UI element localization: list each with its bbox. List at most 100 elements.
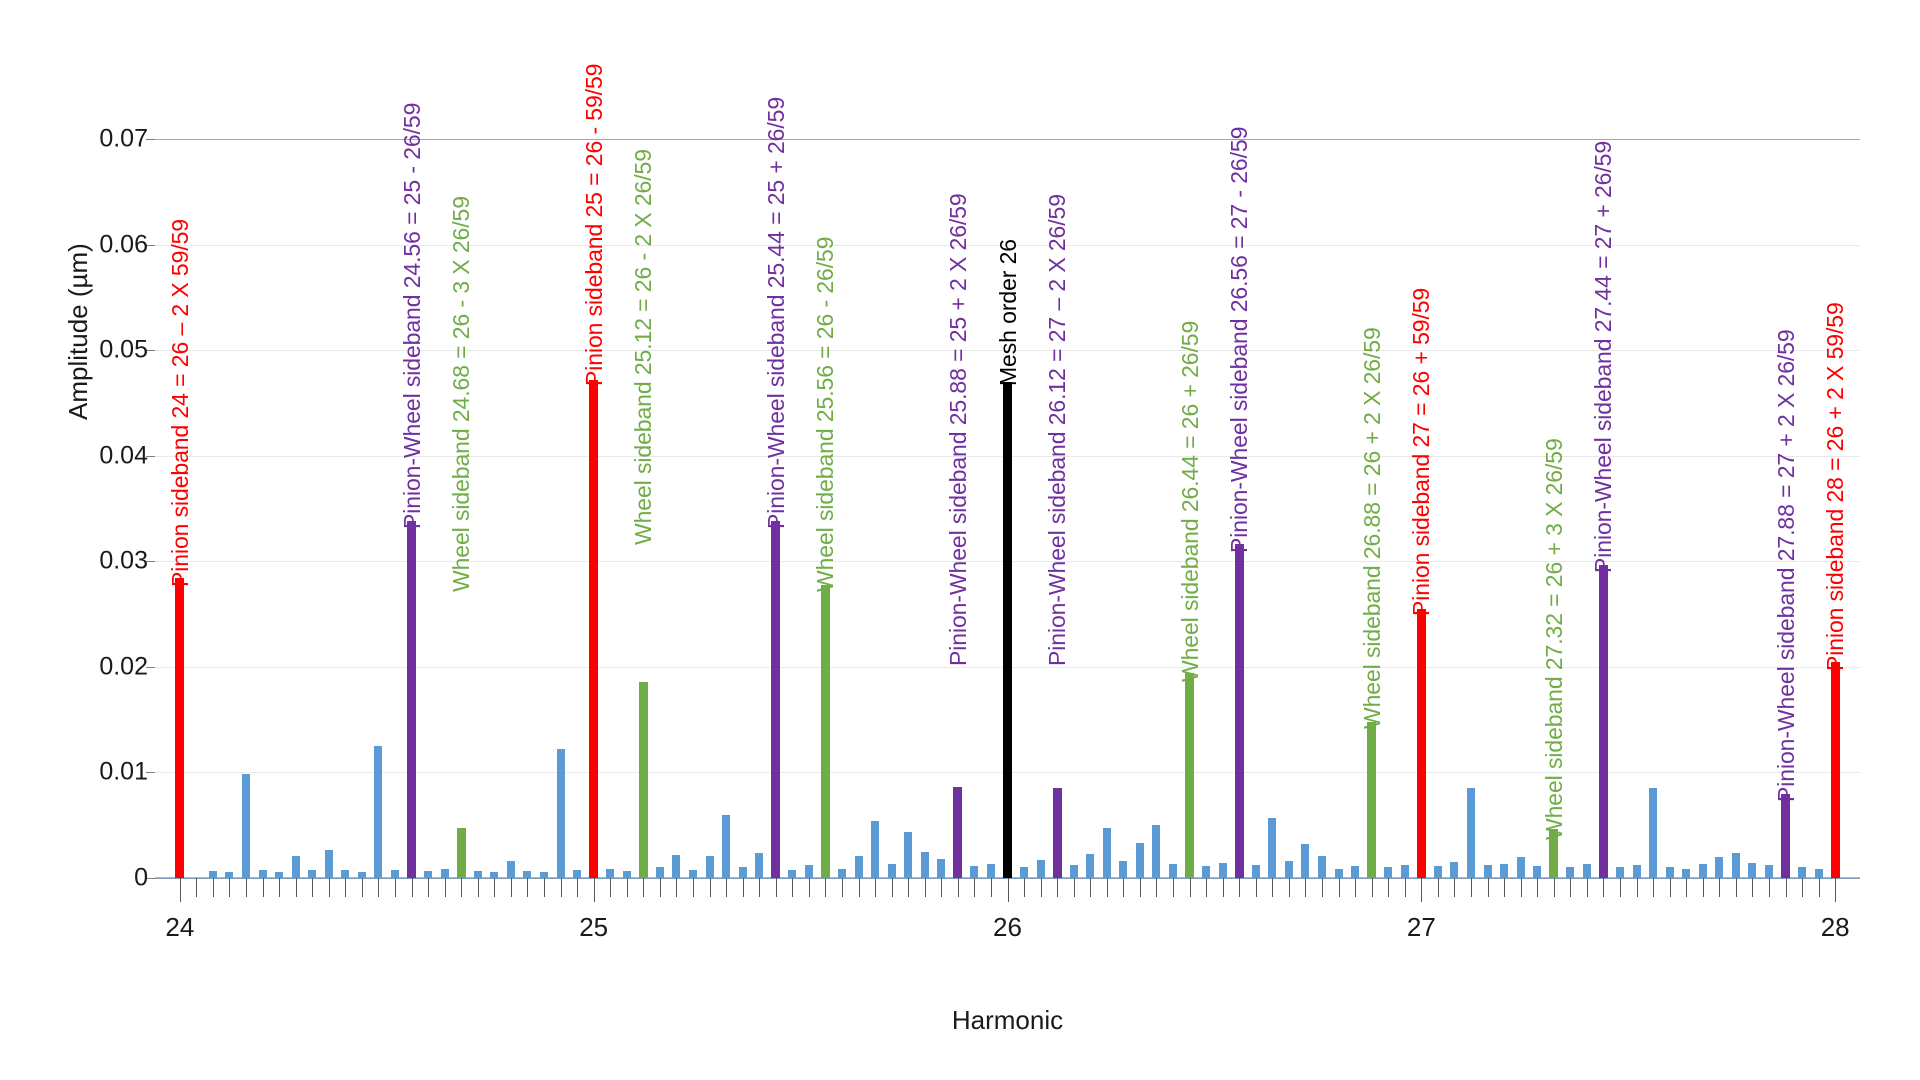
peak-annotation-label: Wheel sideband 25.12 = 26 - 2 X 26/59 [630, 148, 657, 545]
x-axis-tick-mark [643, 878, 645, 897]
spectrum-bar [1400, 865, 1409, 878]
spectrum-bar [506, 861, 515, 878]
y-axis-tick-label: 0.02 [99, 652, 148, 681]
x-axis-tick-mark [1239, 878, 1241, 897]
spectrum-bar [556, 749, 565, 878]
spectrum-bar [1152, 825, 1161, 878]
spectrum-bar [175, 578, 185, 878]
spectrum-bar [1318, 855, 1326, 878]
x-axis-tick-mark [742, 878, 744, 897]
x-axis-tick-mark [1636, 878, 1638, 897]
spectrum-bar [424, 870, 433, 878]
x-axis-tick-mark [411, 878, 413, 897]
x-axis-tick-mark [941, 878, 943, 897]
y-axis-tick-label: 0.04 [99, 441, 148, 470]
x-axis-tick-mark [841, 878, 843, 897]
peak-annotation-label: Wheel sideband 24.68 = 26 - 3 X 26/59 [448, 196, 475, 593]
peak-annotation-label: Wheel sideband 26.88 = 26 + 2 X 26/59 [1358, 327, 1385, 730]
x-axis-tick-mark [1835, 878, 1837, 902]
spectrum-bar [573, 869, 582, 878]
x-axis-tick-mark [1123, 878, 1125, 897]
spectrum-bar [1715, 856, 1724, 878]
spectrum-bar [1218, 863, 1227, 878]
spectrum-bar [1682, 868, 1691, 878]
x-axis-tick-label: 25 [579, 912, 609, 942]
spectrum-bar [1450, 862, 1459, 878]
x-axis-tick-mark [610, 878, 612, 897]
x-axis-tick-mark [196, 878, 198, 897]
x-axis-tick-mark [461, 878, 463, 897]
spectrum-bar [937, 859, 946, 878]
spectrum-bar [1119, 861, 1128, 878]
x-axis-line: 24 25 26 27 28 [155, 878, 1860, 942]
spectrum-bar [242, 773, 251, 878]
spectrum-bar [1798, 867, 1807, 878]
x-axis-tick-mark [328, 878, 330, 897]
spectrum-bar [1284, 861, 1293, 878]
spectrum-bar [1102, 828, 1111, 878]
spectrum-bar [1169, 864, 1178, 878]
peak-annotation-label: Pinion-Wheel sideband 26.12 = 27 – 2 X 2… [1044, 194, 1071, 667]
spectrum-bar [688, 869, 697, 878]
x-axis-tick-mark [1653, 878, 1655, 897]
spectrum-bar [738, 867, 747, 878]
spectrum-bar [1086, 853, 1095, 878]
x-axis-tick-mark [1686, 878, 1688, 897]
x-axis-tick-mark [1222, 878, 1224, 897]
spectrum-bar [920, 851, 929, 878]
y-axis-tick-label: 0.06 [99, 230, 148, 259]
y-axis-tick-label: 0.01 [99, 757, 148, 786]
spectrum-bar [291, 855, 300, 878]
spectrum-bar [1367, 721, 1377, 878]
x-axis-tick-mark [1802, 878, 1804, 897]
x-axis-tick-mark [444, 878, 446, 897]
spectrum-bar [904, 831, 913, 878]
x-axis-tick-mark [560, 878, 562, 897]
x-axis-tick-mark [1570, 878, 1572, 897]
peak-annotation-label: Pinion sideband 28 = 26 + 2 X 59/59 [1822, 302, 1849, 672]
x-axis-tick-mark [1255, 878, 1257, 897]
x-axis-tick-mark [924, 878, 926, 897]
x-axis-tick-mark [593, 878, 595, 902]
x-axis-tick-mark [1752, 878, 1754, 897]
x-axis-tick-mark [262, 878, 264, 897]
x-axis-tick-mark [891, 878, 893, 897]
x-axis-tick-mark [1024, 878, 1026, 897]
x-axis-tick-mark [577, 878, 579, 897]
x-axis-tick-mark [1189, 878, 1191, 897]
spectrum-bar [1251, 865, 1260, 878]
x-axis-tick-mark [1603, 878, 1605, 897]
spectrum-bar [456, 828, 466, 878]
x-axis-tick-mark [428, 878, 430, 897]
spectrum-bar [638, 681, 648, 878]
x-axis-tick-label: 24 [165, 912, 195, 942]
peak-annotation-label: Pinion-Wheel sideband 26.56 = 27 - 26/59 [1226, 126, 1253, 554]
x-axis-tick-mark [246, 878, 248, 897]
x-axis-tick-mark [1073, 878, 1075, 897]
x-axis-tick-mark [1520, 878, 1522, 897]
x-axis-tick-mark [378, 878, 380, 897]
x-axis-tick-mark [345, 878, 347, 897]
y-axis-tick-label: 0.03 [99, 546, 148, 575]
spectrum-bar [391, 869, 400, 878]
x-axis-tick-mark [1371, 878, 1373, 897]
spectrum-bar [1483, 865, 1492, 878]
peak-annotation-label: Pinion-Wheel sideband 27.44 = 27 + 26/59 [1590, 141, 1617, 574]
x-axis-tick-mark [1818, 878, 1820, 897]
spectrum-bar [606, 868, 615, 878]
spectrum-bar [1781, 793, 1790, 878]
x-axis-tick-mark [908, 878, 910, 897]
x-axis-tick-mark [709, 878, 711, 897]
spectrum-bar [804, 865, 813, 878]
spectrum-bar [970, 866, 979, 878]
spectrum-bar [1003, 381, 1012, 878]
spectrum-bar [1416, 608, 1426, 878]
spectrum-bar [771, 521, 781, 878]
x-axis-tick-mark [229, 878, 231, 897]
spectrum-bar [374, 746, 383, 878]
x-axis-tick-mark [1553, 878, 1555, 897]
spectrum-bar [1234, 544, 1244, 878]
x-axis-tick-mark [1421, 878, 1423, 902]
x-axis-tick-mark [792, 878, 794, 897]
x-axis-tick-mark [1454, 878, 1456, 897]
